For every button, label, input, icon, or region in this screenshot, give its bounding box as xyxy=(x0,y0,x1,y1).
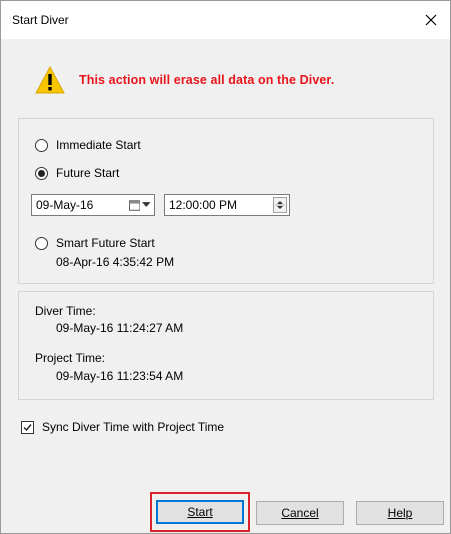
window-title: Start Diver xyxy=(12,13,69,27)
smart-future-start-radio[interactable] xyxy=(35,236,48,250)
start-diver-dialog: Start Diver This action will erase all d… xyxy=(0,0,451,534)
start-options-group: Immediate Start Future Start 09-May-16 1… xyxy=(18,118,434,284)
warning-message: This action will erase all data on the D… xyxy=(35,63,334,97)
immediate-start-option[interactable]: Immediate Start xyxy=(35,138,141,152)
help-button-label: Help xyxy=(387,506,413,520)
project-time-value: 09-May-16 11:23:54 AM xyxy=(56,369,184,383)
start-button[interactable]: Start xyxy=(156,500,244,524)
project-time-label: Project Time: xyxy=(35,351,106,365)
sync-time-option[interactable]: Sync Diver Time with Project Time xyxy=(21,420,224,434)
warning-text: This action will erase all data on the D… xyxy=(79,73,335,87)
future-start-option[interactable]: Future Start xyxy=(35,166,119,180)
cancel-button-label: Cancel xyxy=(281,506,319,520)
future-start-radio[interactable] xyxy=(35,166,48,180)
sync-time-label: Sync Diver Time with Project Time xyxy=(42,420,225,434)
chevron-down-icon xyxy=(142,202,151,207)
time-spinner[interactable] xyxy=(273,197,287,213)
calendar-dropdown-button[interactable] xyxy=(129,198,151,212)
time-info-group: Diver Time: 09-May-16 11:24:27 AM Projec… xyxy=(18,291,434,400)
checkmark-icon xyxy=(23,423,32,431)
smart-future-start-label: Smart Future Start xyxy=(56,236,155,250)
start-button-label: Start xyxy=(187,505,213,519)
diver-time-value: 09-May-16 11:24:27 AM xyxy=(56,321,184,335)
smart-future-start-time: 08-Apr-16 4:35:42 PM xyxy=(56,255,175,269)
help-button[interactable]: Help xyxy=(356,501,444,525)
date-value: 09-May-16 xyxy=(36,198,94,212)
cancel-button[interactable]: Cancel xyxy=(256,501,344,525)
time-picker[interactable]: 12:00:00 PM xyxy=(164,194,290,216)
sync-time-checkbox[interactable] xyxy=(21,420,34,434)
smart-future-start-option[interactable]: Smart Future Start xyxy=(35,236,155,250)
time-value: 12:00:00 PM xyxy=(169,198,238,212)
spinner-icon xyxy=(275,201,285,209)
close-icon xyxy=(425,14,437,26)
title-bar: Start Diver xyxy=(1,1,450,39)
diver-time-label: Diver Time: xyxy=(35,304,96,318)
date-picker[interactable]: 09-May-16 xyxy=(31,194,155,216)
future-start-label: Future Start xyxy=(56,166,120,180)
calendar-icon xyxy=(129,200,141,211)
immediate-start-label: Immediate Start xyxy=(56,138,141,152)
immediate-start-radio[interactable] xyxy=(35,138,48,152)
close-button[interactable] xyxy=(412,1,450,39)
warning-icon xyxy=(35,66,65,94)
